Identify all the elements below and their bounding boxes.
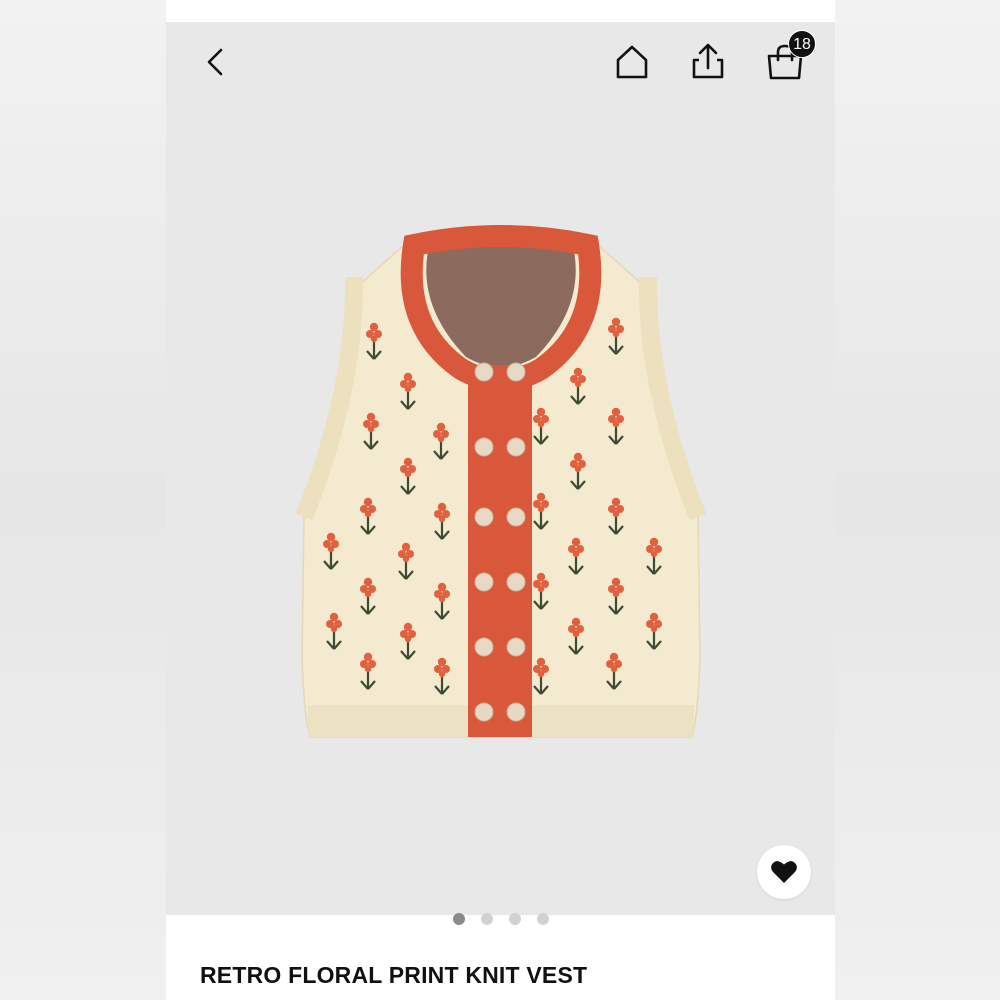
product-page: 18 RETRO FLORAL PRINT KNIT VEST [166, 0, 835, 1000]
side-backdrop-right [835, 0, 1000, 1000]
back-button[interactable] [202, 44, 230, 80]
gallery-pagination [166, 913, 835, 925]
home-icon [616, 45, 648, 79]
chevron-left-icon [207, 48, 223, 76]
gallery-dot[interactable] [452, 913, 465, 925]
home-button[interactable] [612, 42, 652, 82]
product-title: RETRO FLORAL PRINT KNIT VEST [200, 962, 588, 988]
product-gallery[interactable]: 18 [166, 22, 835, 925]
gallery-dot[interactable] [508, 913, 521, 925]
share-icon [692, 43, 724, 79]
side-backdrop-left [0, 0, 166, 1000]
gallery-dot[interactable] [536, 913, 549, 925]
favorite-button[interactable] [757, 845, 811, 899]
product-image [296, 225, 706, 738]
gallery-dot[interactable] [480, 913, 493, 925]
heart-icon [771, 861, 797, 883]
share-button[interactable] [688, 40, 728, 82]
cart-count-badge: 18 [788, 30, 816, 58]
